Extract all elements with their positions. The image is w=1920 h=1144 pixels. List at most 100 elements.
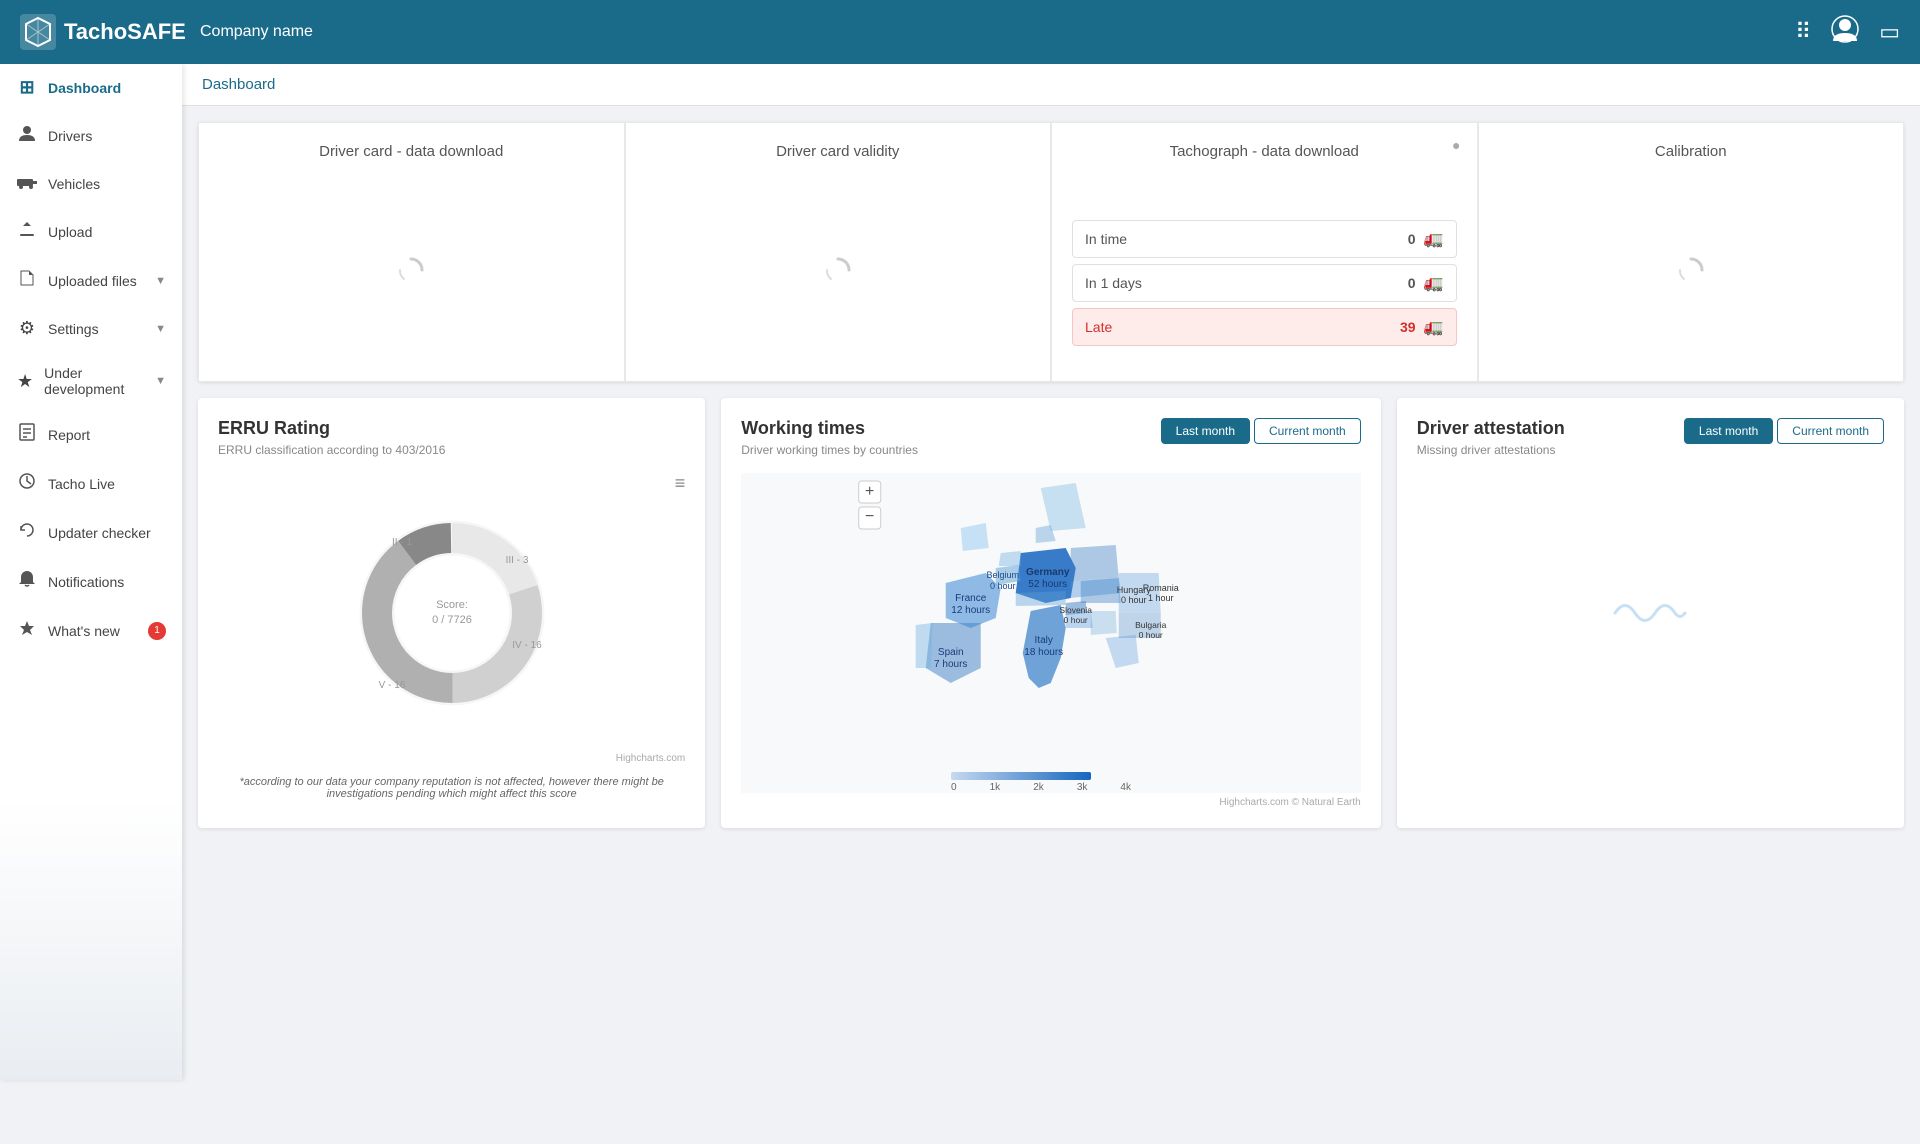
logo-text: TachoSAFE (64, 19, 186, 45)
sidebar-item-under-development[interactable]: ★ Under development ▼ (0, 352, 182, 410)
svg-text:V - 16: V - 16 (378, 680, 405, 691)
sidebar-label-under-development: Under development (44, 365, 145, 397)
svg-text:IV - 16: IV - 16 (512, 640, 542, 651)
tacho-in-time-label: In time (1085, 231, 1127, 247)
updater-icon (16, 521, 38, 544)
driver-card-download-title: Driver card - data download (219, 143, 604, 160)
erru-highcharts: Highcharts.com (218, 753, 685, 764)
header: TachoSAFE Company name ⠿ ▭ (0, 0, 1920, 64)
under-dev-icon: ★ (16, 371, 34, 392)
da-current-month-btn[interactable]: Current month (1777, 418, 1884, 444)
erru-menu-icon[interactable]: ≡ (675, 473, 686, 494)
legend-2k: 2k (1033, 782, 1044, 793)
tacho-late-number: 39 (1400, 319, 1416, 335)
sidebar-item-dashboard[interactable]: ⊞ Dashboard (0, 64, 182, 111)
wt-current-month-btn[interactable]: Current month (1254, 418, 1361, 444)
truck-blue-icon: 🚛 (1424, 273, 1444, 293)
drivers-icon (16, 124, 38, 147)
sidebar-item-drivers[interactable]: Drivers (0, 111, 182, 160)
da-btn-group: Last month Current month (1684, 418, 1884, 444)
whats-new-icon (16, 619, 38, 642)
sidebar-item-notifications[interactable]: Notifications (0, 557, 182, 606)
driver-card-download-loading (219, 180, 604, 360)
tacho-late-row: Late 39 🚛 (1072, 308, 1457, 346)
truck-green-icon: 🚛 (1424, 229, 1444, 249)
sidebar-item-vehicles[interactable]: Vehicles (0, 160, 182, 207)
svg-text:Bulgaria: Bulgaria (1135, 620, 1166, 630)
notifications-icon (16, 570, 38, 593)
svg-text:0 hour: 0 hour (1064, 615, 1088, 625)
sidebar-label-settings: Settings (48, 321, 99, 337)
sidebar: ⊞ Dashboard Drivers Vehicles Upload Uplo… (0, 64, 182, 1080)
svg-text:Italy: Italy (1035, 635, 1053, 646)
sidebar-label-report: Report (48, 427, 90, 443)
logo-icon (20, 14, 56, 50)
bottom-row: ERRU Rating ERRU classification accordin… (198, 398, 1904, 828)
tachograph-download-card: Tachograph - data download ● In time 0 🚛… (1051, 122, 1478, 382)
svg-text:12 hours: 12 hours (952, 605, 991, 616)
main-content: Dashboard Driver card - data download Dr… (182, 64, 1920, 1080)
vehicles-icon (16, 173, 38, 194)
wt-last-month-btn[interactable]: Last month (1161, 418, 1250, 444)
tacho-late-count: 39 🚛 (1400, 317, 1444, 337)
report-icon (16, 423, 38, 446)
tacho-in-time-row: In time 0 🚛 (1072, 220, 1457, 258)
driver-card-download-card: Driver card - data download (198, 122, 625, 382)
svg-text:III - 3: III - 3 (505, 555, 528, 566)
svg-text:+: + (865, 483, 874, 500)
da-last-month-btn[interactable]: Last month (1684, 418, 1773, 444)
sidebar-item-tacho-live[interactable]: Tacho Live (0, 459, 182, 508)
svg-text:7 hours: 7 hours (934, 659, 967, 670)
sidebar-item-uploaded-files[interactable]: Uploaded files ▼ (0, 256, 182, 305)
tacho-in1days-label: In 1 days (1085, 275, 1142, 291)
svg-text:II - 1: II - 1 (392, 537, 412, 548)
svg-text:0 hour: 0 hour (1139, 630, 1163, 640)
sidebar-item-upload[interactable]: Upload (0, 207, 182, 256)
tacho-in-time-number: 0 (1408, 231, 1416, 247)
header-actions: ⠿ ▭ (1795, 15, 1900, 49)
da-title-group: Driver attestation Missing driver attest… (1417, 418, 1565, 473)
user-icon-button[interactable] (1831, 15, 1859, 49)
working-times-panel: Working times Driver working times by co… (721, 398, 1380, 828)
erru-chart-area: ≡ Score: 0 / 7726 II (218, 473, 685, 753)
svg-text:Germany: Germany (1026, 567, 1070, 578)
driver-card-validity-loading (646, 180, 1031, 360)
tacho-in1days-row: In 1 days 0 🚛 (1072, 264, 1457, 302)
svg-text:−: − (865, 508, 874, 525)
grid-icon-button[interactable]: ⠿ (1795, 19, 1811, 45)
europe-map-svg: + − (741, 473, 1360, 793)
tacho-live-icon (16, 472, 38, 495)
sidebar-background (0, 800, 182, 1080)
dashboard-icon: ⊞ (16, 77, 38, 98)
svg-text:0 hour: 0 hour (990, 581, 1016, 591)
sidebar-item-updater-checker[interactable]: Updater checker (0, 508, 182, 557)
sidebar-label-dashboard: Dashboard (48, 80, 121, 96)
sidebar-item-report[interactable]: Report (0, 410, 182, 459)
legend-1k: 1k (990, 782, 1001, 793)
tablet-icon-button[interactable]: ▭ (1879, 19, 1900, 45)
calibration-card: Calibration (1478, 122, 1905, 382)
erru-panel: ERRU Rating ERRU classification accordin… (198, 398, 705, 828)
legend-labels: 0 1k 2k 3k 4k (951, 782, 1131, 793)
under-dev-arrow: ▼ (155, 375, 166, 387)
svg-text:0 hour: 0 hour (1121, 595, 1147, 605)
tacho-in1days-number: 0 (1408, 275, 1416, 291)
sidebar-label-whats-new: What's new (48, 623, 120, 639)
sidebar-item-settings[interactable]: ⚙ Settings ▼ (0, 305, 182, 352)
sidebar-label-tacho-live: Tacho Live (48, 476, 115, 492)
uploaded-files-arrow: ▼ (155, 275, 166, 287)
svg-text:0 / 7726: 0 / 7726 (432, 614, 472, 626)
company-name: Company name (200, 23, 1795, 41)
da-subtitle: Missing driver attestations (1417, 443, 1565, 457)
legend-0: 0 (951, 782, 957, 793)
wt-highcharts: Highcharts.com © Natural Earth (741, 797, 1360, 808)
svg-text:France: France (955, 593, 987, 604)
svg-text:Belgium: Belgium (987, 570, 1020, 580)
sidebar-label-upload: Upload (48, 224, 92, 240)
tacho-late-label: Late (1085, 319, 1112, 335)
sidebar-label-uploaded-files: Uploaded files (48, 273, 137, 289)
sidebar-item-whats-new[interactable]: What's new 1 (0, 606, 182, 655)
driver-card-validity-title: Driver card validity (646, 143, 1031, 160)
erru-title: ERRU Rating (218, 418, 685, 439)
svg-text:Romania: Romania (1143, 583, 1179, 593)
